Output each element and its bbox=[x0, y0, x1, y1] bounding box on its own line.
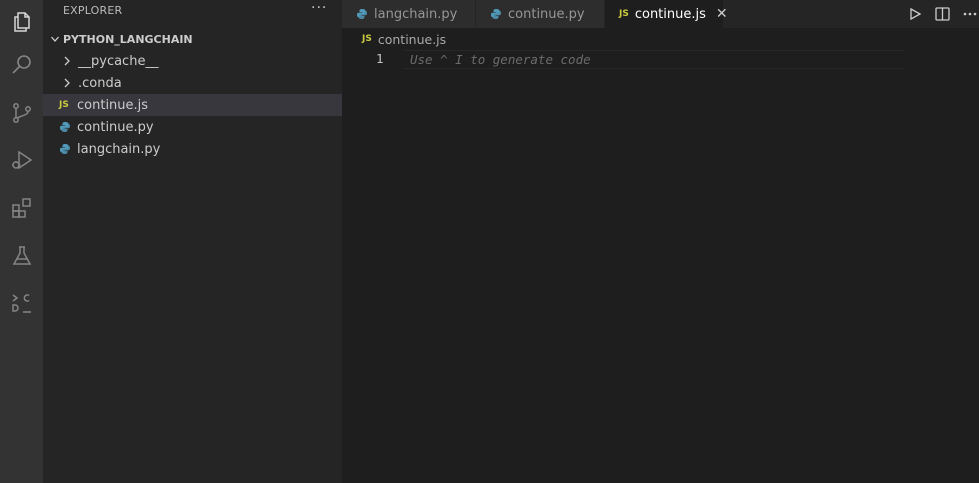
run-debug-icon[interactable] bbox=[0, 138, 43, 182]
run-icon[interactable] bbox=[908, 7, 922, 21]
explorer-icon[interactable] bbox=[0, 0, 43, 44]
tree-item-langchain-py[interactable]: langchain.py bbox=[43, 138, 342, 160]
js-icon: JS bbox=[59, 100, 69, 110]
tree-item-label: continue.py bbox=[77, 119, 154, 135]
more-actions-button[interactable]: ··· bbox=[311, 0, 327, 16]
chevron-right-icon bbox=[62, 77, 76, 89]
tree-item-label: continue.js bbox=[77, 97, 149, 113]
line-number: 1 bbox=[376, 51, 384, 66]
more-actions-icon[interactable] bbox=[963, 12, 977, 16]
activity-bar bbox=[0, 0, 43, 483]
tree-item-label: __pycache__ bbox=[78, 53, 159, 69]
testing-icon[interactable] bbox=[0, 234, 43, 278]
tab-label: langchain.py bbox=[374, 6, 458, 22]
js-icon: JS bbox=[362, 34, 372, 44]
python-icon bbox=[59, 121, 75, 133]
js-icon: JS bbox=[619, 9, 629, 19]
python-icon bbox=[490, 8, 502, 20]
tree-item-continue-py[interactable]: continue.py bbox=[43, 116, 342, 138]
continue-icon[interactable] bbox=[0, 281, 43, 325]
python-icon bbox=[356, 8, 368, 20]
tree-item-conda[interactable]: .conda bbox=[43, 72, 342, 94]
chevron-right-icon bbox=[62, 55, 76, 67]
tab-continue-js[interactable]: JS continue.js ✕ bbox=[605, 0, 728, 28]
close-icon[interactable]: ✕ bbox=[716, 6, 728, 22]
editor-placeholder[interactable]: Use ^ I to generate code bbox=[410, 52, 591, 67]
chevron-down-icon bbox=[43, 33, 63, 45]
workspace-name: PYTHON_LANGCHAIN bbox=[63, 32, 193, 46]
search-icon[interactable] bbox=[0, 43, 43, 87]
tab-label: continue.py bbox=[508, 6, 585, 22]
tab-bar: langchain.py continue.py JS continue.js … bbox=[342, 0, 979, 28]
editor-actions bbox=[908, 0, 977, 28]
extensions-icon[interactable] bbox=[0, 186, 43, 230]
tree-item-label: .conda bbox=[78, 75, 122, 91]
tree-item-label: langchain.py bbox=[77, 141, 161, 157]
breadcrumb[interactable]: JS continue.js bbox=[362, 30, 446, 48]
python-icon bbox=[59, 143, 75, 155]
breadcrumb-file[interactable]: continue.js bbox=[378, 32, 446, 47]
explorer-sidebar: EXPLORER ··· PYTHON_LANGCHAIN __pycache_… bbox=[43, 0, 342, 483]
tab-label: continue.js bbox=[634, 6, 706, 22]
split-editor-icon[interactable] bbox=[935, 7, 950, 21]
tree-item-continue-js[interactable]: JS continue.js bbox=[43, 94, 342, 116]
workspace-section-header[interactable]: PYTHON_LANGCHAIN bbox=[43, 28, 342, 50]
tab-langchain-py[interactable]: langchain.py bbox=[342, 0, 475, 28]
explorer-title: EXPLORER bbox=[63, 4, 123, 17]
tab-continue-py[interactable]: continue.py bbox=[476, 0, 604, 28]
tree-item-pycache[interactable]: __pycache__ bbox=[43, 50, 342, 72]
source-control-icon[interactable] bbox=[0, 91, 43, 135]
